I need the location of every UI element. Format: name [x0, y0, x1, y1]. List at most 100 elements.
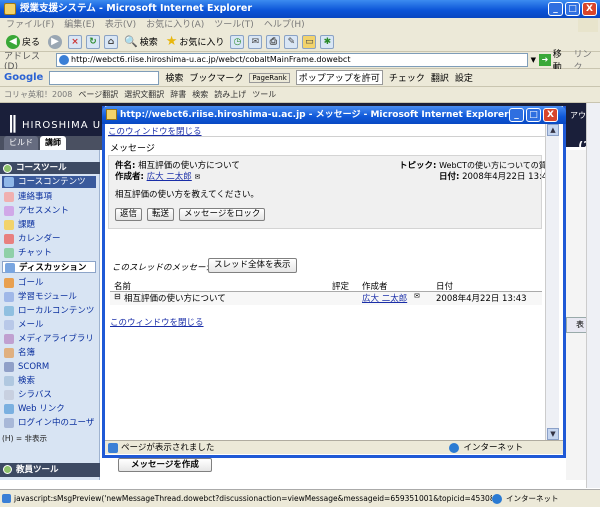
sidebar-item-scorm[interactable]: SCORM [2, 361, 96, 373]
read-aloud-button[interactable]: 読み上げ [214, 89, 246, 100]
lock-message-button[interactable]: メッセージをロック [179, 208, 266, 221]
announcement-icon [4, 192, 14, 202]
sidebar-item-chat[interactable]: チャット [2, 247, 96, 259]
author-row: 作成者: 広大 二太郎 ✉ [115, 170, 200, 182]
browser-toolbar: ◀ 戻る ▶ × ↻ ⌂ 🔍 検索 ★ お気に入り ◷ ✉ ⎙ ✎ ▭ ✱ [0, 32, 600, 52]
stop-icon[interactable]: × [68, 34, 83, 49]
ie-icon [4, 3, 16, 15]
google-popup-button[interactable]: ポップアップを許可 [295, 70, 383, 85]
minimize-button[interactable]: _ [548, 2, 563, 16]
sidebar-item-goals[interactable]: ゴール [2, 277, 96, 289]
print-icon[interactable]: ⎙ [266, 34, 281, 49]
reply-button[interactable]: 返信 [115, 208, 143, 221]
user-profile-icon[interactable]: ✉ [414, 292, 420, 300]
tree-minus-icon[interactable]: ⊟ [114, 292, 121, 301]
popup-scrollbar[interactable]: ▲ ▼ [545, 124, 559, 440]
tab-teacher[interactable]: 講師 [40, 136, 66, 150]
main-scrollbar[interactable] [586, 103, 600, 488]
menu-view[interactable]: 表示(V) [105, 18, 136, 32]
course-tools-header[interactable]: コースツール [0, 162, 100, 174]
row-name[interactable]: 相互評価の使い方について [124, 292, 226, 304]
address-input[interactable]: http://webct6.riise.hiroshima-u.ac.jp/we… [56, 53, 528, 67]
sidebar-item-label: ローカルコンテンツ [18, 306, 95, 316]
google-settings-button[interactable]: 設定 [455, 71, 473, 84]
tab-build[interactable]: ビルド [4, 136, 38, 150]
sidebar-item-local-content[interactable]: ローカルコンテンツ [2, 305, 96, 317]
user-profile-icon[interactable]: ✉ [195, 173, 201, 181]
sidebar-item-discussions[interactable]: ディスカッション [2, 261, 96, 273]
popup-maximize-button[interactable]: □ [526, 108, 541, 122]
sidebar-item-label: ゴール [18, 278, 44, 288]
google-search-button[interactable]: 検索 [165, 71, 183, 84]
status-bar: javascript:sMsgPreview('newMessageThread… [0, 489, 600, 507]
close-window-link[interactable]: このウィンドウを閉じる [108, 125, 548, 137]
sidebar-item-calendar[interactable]: カレンダー [2, 233, 96, 245]
google-bookmarks-button[interactable]: ブックマーク [189, 71, 243, 84]
table-row[interactable]: ⊟ 相互評価の使い方について 広大 二太郎 ✉ 2008年4月22日 13:43 [110, 292, 542, 305]
sidebar-item-course-content[interactable]: コースコンテンツ [2, 176, 96, 188]
sidebar-item-assignments[interactable]: 課題 [2, 219, 96, 231]
sidebar-item-online-users[interactable]: ログイン中のユーザ [2, 417, 96, 429]
mail-icon[interactable]: ✉ [248, 34, 263, 49]
discussion-icon [5, 263, 15, 273]
menu-file[interactable]: ファイル(F) [6, 18, 54, 32]
messenger-icon[interactable]: ✱ [320, 34, 335, 49]
refresh-icon[interactable]: ↻ [86, 34, 101, 49]
window-title: 授業支援システム - Microsoft Internet Explorer [20, 3, 253, 14]
mail-icon [4, 320, 14, 330]
menu-help[interactable]: ヘルプ(H) [264, 18, 305, 32]
teacher-tools-header[interactable]: 教員ツール [0, 463, 100, 477]
maximize-button[interactable]: □ [565, 2, 580, 16]
google-translate-button[interactable]: 翻訳 [431, 71, 449, 84]
popup-close-button[interactable]: X [543, 108, 558, 122]
goal-icon [4, 278, 14, 288]
sidebar-item-web-links[interactable]: Web リンク [2, 403, 96, 415]
compose-message-button[interactable]: メッセージを作成 [118, 458, 212, 472]
forward-button[interactable]: 転送 [147, 208, 175, 221]
sidebar-item-label: コースコンテンツ [18, 177, 86, 187]
course-tools-sidebar: コースツール コースコンテンツ 連絡事項 アセスメント 課題 カレンダー チャッ… [0, 150, 100, 480]
sidebar-item-media-library[interactable]: メディアライブラリ [2, 333, 96, 345]
sidebar-item-roster[interactable]: 名簿 [2, 347, 96, 359]
close-window-link-bottom[interactable]: このウィンドウを閉じる [110, 316, 204, 328]
page-translate-button[interactable]: ページ翻訳 [78, 89, 118, 100]
jbar-tools-button[interactable]: ツール [252, 89, 276, 100]
jbar-search-button[interactable]: 検索 [192, 89, 208, 100]
sidebar-item-syllabus[interactable]: シラバス [2, 389, 96, 401]
popup-minimize-button[interactable]: _ [509, 108, 524, 122]
edit-icon[interactable]: ✎ [284, 34, 299, 49]
ie-icon [106, 109, 117, 120]
page-icon [59, 55, 70, 65]
favorites-label: お気に入り [179, 38, 225, 48]
menu-tools[interactable]: ツール(T) [214, 18, 254, 32]
google-search-input[interactable] [49, 70, 160, 85]
sidebar-item-assessments[interactable]: アセスメント [2, 205, 96, 217]
close-button[interactable]: X [582, 2, 597, 16]
google-logo[interactable]: Google [4, 72, 43, 83]
forward-arrow-icon: ▶ [48, 34, 63, 49]
menu-favorites[interactable]: お気に入り(A) [146, 18, 204, 32]
scroll-down-icon[interactable]: ▼ [547, 428, 559, 440]
search-label: 検索 [139, 38, 158, 48]
sidebar-item-mail[interactable]: メール [2, 319, 96, 331]
scorm-icon [4, 362, 14, 372]
address-dropdown-icon[interactable]: ▼ [531, 56, 536, 64]
menu-edit[interactable]: 編集(E) [64, 18, 95, 32]
scroll-up-icon[interactable]: ▲ [547, 124, 559, 136]
folder-icon[interactable]: ▭ [302, 34, 317, 49]
window-titlebar: 授業支援システム - Microsoft Internet Explorer [0, 0, 600, 18]
history-icon[interactable]: ◷ [230, 34, 245, 49]
sidebar-item-learning-modules[interactable]: 学習モジュール [2, 291, 96, 303]
search-button[interactable]: 🔍 検索 [122, 33, 160, 51]
google-check-button[interactable]: チェック [389, 71, 425, 84]
sidebar-item-search[interactable]: 検索 [2, 375, 96, 387]
author-link[interactable]: 広大 二太郎 [147, 172, 192, 182]
selection-translate-button[interactable]: 選択文翻訳 [124, 89, 164, 100]
row-author-link[interactable]: 広大 二太郎 [362, 292, 407, 304]
dictionary-button[interactable]: 辞書 [170, 89, 186, 100]
address-url: http://webct6.riise.hiroshima-u.ac.jp/we… [71, 55, 351, 64]
sidebar-item-announcements[interactable]: 連絡事項 [2, 191, 96, 203]
home-icon[interactable]: ⌂ [104, 34, 119, 49]
show-thread-button[interactable]: スレッド全体を表示 [208, 258, 297, 273]
favorites-button[interactable]: ★ お気に入り [164, 33, 227, 51]
